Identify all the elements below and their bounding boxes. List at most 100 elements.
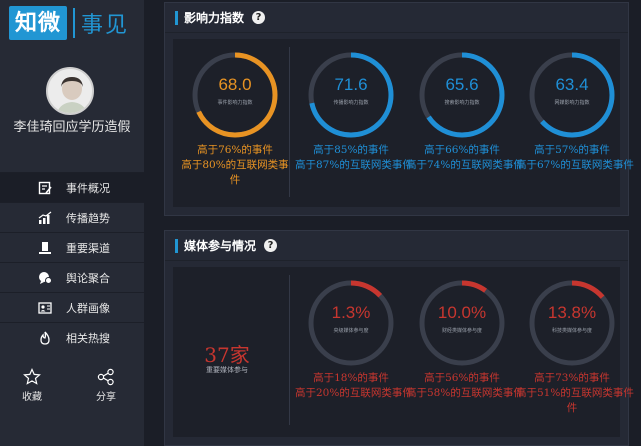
compare-events: 高于85%的事件	[313, 144, 389, 156]
sidebar-item-audience[interactable]: 人群画像	[0, 292, 144, 322]
influence-gauge: 63.4 网媒影响力指数高于57%的事件高于67%的互联网类事件	[516, 49, 634, 173]
sidebar-item-label: 相关热搜	[66, 331, 110, 345]
compare-category: 高于20%的互联网类事件	[295, 387, 413, 399]
sidebar-item-trend[interactable]: 传播趋势	[0, 202, 144, 232]
gauge-value: 71.6	[334, 75, 368, 94]
help-icon[interactable]: ?	[252, 11, 266, 24]
gauge-ring: 68.0 事件影响力指数	[189, 49, 281, 141]
sidebar-item-label: 舆论聚合	[66, 271, 110, 285]
help-icon[interactable]: ?	[264, 239, 278, 252]
report-icon	[38, 181, 52, 195]
gauge-description: 高于76%的事件高于80%的互联网类事件	[179, 143, 291, 188]
compare-events: 高于18%的事件	[313, 372, 389, 384]
bottom-actions: 收藏 分享	[0, 368, 144, 408]
compare-events: 高于57%的事件	[534, 144, 610, 156]
compare-category: 高于67%的互联网类事件	[516, 159, 634, 171]
media-count: 37家	[204, 343, 250, 367]
gauge-ring: 65.6 搜索影响力指数	[416, 49, 508, 141]
event-title: 李佳琦回应学历造假	[13, 120, 131, 135]
compare-events: 高于56%的事件	[424, 372, 500, 384]
compare-category: 高于58%的互联网类事件	[406, 387, 524, 399]
logo-text: 事见	[81, 13, 130, 38]
gauge-caption: 网媒影响力指数	[554, 100, 590, 106]
media-gauge: 13.8% 科技类媒体参与度高于73%的事件高于51%的互联网类事件件	[516, 277, 634, 416]
media-panel: 媒体参与情况 ? 37家 重要媒体参与 1.3% 央级媒体参与度 高于18%的事件高…	[164, 230, 634, 446]
panel-title: 影响力指数	[184, 11, 245, 25]
influence-panel-body: 68.0 事件影响力指数高于76%的事件高于80%的互联网类事件 71.6 传播影响…	[173, 39, 634, 207]
gauge-value: 63.4	[555, 75, 589, 94]
gauge-caption: 央级媒体参与度	[333, 328, 369, 334]
influence-gauge: 68.0 事件影响力指数高于76%的事件高于80%的互联网类事件	[179, 49, 291, 188]
sidebar-item-label: 事件概况	[66, 181, 110, 195]
gauge-caption: 财经类媒体参与度	[441, 328, 482, 334]
podium-icon	[39, 242, 51, 254]
gauge-ring: 63.4 网媒影响力指数	[526, 49, 618, 141]
share-icon	[97, 368, 114, 386]
id-card-icon	[38, 302, 52, 314]
media-panel-body: 37家 重要媒体参与 1.3% 央级媒体参与度高于18%的事件高于20%的互联网类…	[173, 267, 634, 437]
gauge-description: 高于73%的事件高于51%的互联网类事件件	[516, 371, 634, 416]
gauge-ring: 71.6 传播影响力指数	[305, 49, 397, 141]
sidebar-item-channels[interactable]: 重要渠道	[0, 232, 144, 262]
sidebar-item-overview[interactable]: 事件概况	[0, 172, 144, 202]
divider	[289, 275, 290, 425]
gauge-value: 1.3%	[331, 303, 371, 322]
compare-category-wrap: 件	[229, 174, 241, 186]
gauge-caption: 事件影响力指数	[217, 100, 253, 106]
gauge-description: 高于56%的事件高于58%的互联网类事件	[406, 371, 524, 401]
influence-gauge: 71.6 传播影响力指数高于85%的事件高于87%的互联网类事件	[295, 49, 413, 173]
gauge-value: 13.8%	[547, 303, 597, 322]
compare-events: 高于66%的事件	[424, 144, 500, 156]
header-accent-bar	[175, 238, 178, 253]
gauge-value: 68.0	[218, 75, 252, 94]
gauge-ring: 1.3% 央级媒体参与度	[305, 277, 397, 369]
media-gauge: 10.0% 财经类媒体参与度高于56%的事件高于58%的互联网类事件	[406, 277, 524, 401]
gauge-description: 高于57%的事件高于67%的互联网类事件	[516, 143, 634, 173]
gauge-value: 10.0%	[437, 303, 487, 322]
sidebar-item-opinion[interactable]: 舆论聚合	[0, 262, 144, 292]
gauge-caption: 搜索影响力指数	[444, 100, 480, 106]
gauge-ring: 13.8% 科技类媒体参与度	[526, 277, 618, 369]
sidebar-item-label: 人群画像	[66, 301, 110, 315]
influence-gauge: 65.6 搜索影响力指数高于66%的事件高于74%的互联网类事件	[406, 49, 524, 173]
gauge-description: 高于18%的事件高于20%的互联网类事件	[295, 371, 413, 401]
star-icon	[23, 368, 41, 385]
gauge-caption: 传播影响力指数	[333, 100, 369, 106]
collect-button[interactable]: 收藏	[12, 368, 52, 403]
media-count-caption: 重要媒体参与	[206, 366, 248, 374]
influence-panel: 影响力指数 ? 68.0 事件影响力指数高于76%的事件高于80%的互联网类事件 …	[164, 2, 634, 216]
logo[interactable]: 知微 事见	[9, 6, 129, 40]
sidebar-menu: 事件概况 传播趋势 重要渠道 舆论聚合 人群画像 相关热搜	[0, 172, 144, 352]
sidebar: 知微 事见 李佳琦回应学历造假 事件概况 传播趋势 重要渠道 舆论聚合 人群画像…	[0, 0, 144, 446]
compare-category: 高于51%的互联网类事件	[516, 387, 634, 399]
gauge-caption: 科技类媒体参与度	[551, 328, 592, 334]
header-accent-bar	[175, 10, 178, 25]
panel-header: 影响力指数 ?	[165, 3, 628, 33]
avatar	[46, 67, 94, 115]
gauge-track	[419, 280, 505, 366]
gauge-description: 高于66%的事件高于74%的互联网类事件	[406, 143, 524, 173]
sidebar-item-hot-search[interactable]: 相关热搜	[0, 322, 144, 352]
panel-title: 媒体参与情况	[184, 239, 257, 253]
sidebar-item-label: 重要渠道	[66, 241, 110, 255]
trend-chart-icon	[38, 211, 52, 224]
share-button[interactable]: 分享	[86, 368, 126, 403]
gauge-value: 65.6	[445, 75, 479, 94]
compare-category-wrap: 件	[566, 402, 578, 414]
gauge-ring: 10.0% 财经类媒体参与度	[416, 277, 508, 369]
panel-header: 媒体参与情况 ?	[165, 231, 628, 261]
logo-mark: 知微	[9, 6, 68, 40]
share-label: 分享	[96, 392, 116, 403]
media-gauge: 1.3% 央级媒体参与度高于18%的事件高于20%的互联网类事件	[295, 277, 413, 401]
collect-label: 收藏	[22, 392, 42, 403]
compare-events: 高于73%的事件	[534, 372, 610, 384]
sidebar-item-label: 传播趋势	[66, 211, 110, 225]
compare-category: 高于87%的互联网类事件	[295, 159, 413, 171]
compare-events: 高于76%的事件	[197, 144, 273, 156]
compare-category: 高于80%的互联网类事	[181, 159, 289, 171]
flame-icon	[40, 331, 50, 345]
gauge-description: 高于85%的事件高于87%的互联网类事件	[295, 143, 413, 173]
logo-divider	[73, 8, 76, 38]
compare-category: 高于74%的互联网类事件	[406, 159, 524, 171]
speech-bubble-icon	[39, 272, 52, 284]
